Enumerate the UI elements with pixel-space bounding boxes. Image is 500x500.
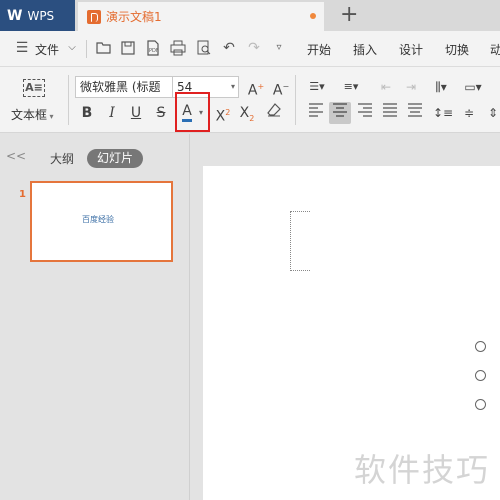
increase-indent-icon[interactable]: ⇥ (400, 76, 422, 98)
chevron-down-icon[interactable]: ⌵ (64, 40, 80, 56)
grow-font-button[interactable]: A+ (245, 76, 267, 99)
tab-home[interactable]: 开始 (307, 41, 331, 58)
presentation-icon (87, 9, 101, 24)
text-direction-icon[interactable]: ⫼▾ (430, 76, 452, 98)
new-tab-button[interactable]: + (340, 3, 358, 27)
tab-outline[interactable]: 大纲 (50, 150, 74, 167)
open-folder-icon[interactable] (96, 40, 112, 56)
collapse-panel-icon[interactable]: << (6, 149, 26, 163)
superscript-button[interactable]: X2 (212, 102, 234, 125)
subscript-label: X (239, 105, 250, 121)
svg-text:PDF: PDF (149, 48, 159, 54)
align-text-icon[interactable]: ▭▾ (462, 76, 484, 98)
wps-logo-icon: W (7, 7, 23, 24)
chevron-down-icon: ▾ (47, 112, 54, 121)
italic-button[interactable]: I (101, 102, 123, 124)
wps-tab-label: WPS (27, 8, 55, 23)
ribbon-toolbar: A≡ 文本框 ▾ 微软雅黑 (标题 54 ▾ A+ A− B I U S A ▾… (0, 67, 500, 133)
decrease-indent-icon[interactable]: ⇤ (375, 76, 397, 98)
chevron-down-icon: ▾ (230, 82, 235, 91)
textbox-label: 文本框 (11, 108, 48, 122)
resize-handle[interactable] (475, 399, 486, 410)
justify-icon[interactable] (379, 102, 401, 124)
file-menu[interactable]: 文件 (35, 41, 59, 58)
divider (86, 40, 87, 58)
watermark: 软件技巧 (354, 451, 491, 489)
tab-transitions[interactable]: 切换 (445, 41, 469, 58)
font-family-value: 微软雅黑 (标题 (80, 80, 161, 94)
align-right-icon[interactable] (354, 102, 376, 124)
tab-design[interactable]: 设计 (399, 41, 423, 58)
print-preview-icon[interactable] (196, 40, 212, 56)
highlight-annotation-box (175, 92, 210, 132)
save-icon[interactable] (120, 40, 136, 56)
document-tab-title: 演示文稿1 (106, 10, 162, 24)
font-family-select[interactable]: 微软雅黑 (标题 (75, 76, 173, 98)
customize-toolbar-icon[interactable]: ▿ (271, 40, 287, 56)
unsaved-dot-icon (310, 13, 316, 19)
print-icon[interactable] (170, 40, 186, 56)
resize-handle[interactable] (475, 341, 486, 352)
slide-panel: << 大纲 幻灯片 1 百度经验 (0, 134, 190, 500)
bold-button[interactable]: B (76, 102, 98, 124)
tab-animation[interactable]: 动 (490, 41, 500, 58)
shrink-font-button[interactable]: A− (270, 76, 292, 99)
paragraph-spacing-icon[interactable]: ≑ (458, 102, 480, 124)
distributed-align-icon[interactable] (404, 102, 426, 124)
grow-font-label: A (247, 82, 258, 99)
redo-icon[interactable]: ↷ (246, 40, 262, 56)
shrink-font-label: A (272, 82, 283, 99)
text-placeholder-frame[interactable] (290, 211, 310, 271)
subscript-button[interactable]: X2 (236, 102, 258, 124)
divider (68, 75, 69, 125)
align-center-icon[interactable] (329, 102, 351, 124)
tab-insert[interactable]: 插入 (353, 41, 377, 58)
align-left-icon[interactable] (305, 102, 327, 124)
numbered-list-icon[interactable]: ≡▾ (340, 76, 362, 98)
bullet-list-icon[interactable]: ☰▾ (306, 76, 328, 98)
strikethrough-button[interactable]: S (150, 102, 172, 124)
document-tab[interactable]: 演示文稿1 (78, 2, 324, 31)
superscript-label: X (215, 108, 226, 125)
textbox-icon: A≡ (23, 79, 45, 97)
divider (295, 75, 296, 125)
columns-icon[interactable]: ⇕ (482, 102, 500, 124)
textbox-button[interactable]: A≡ 文本框 ▾ (8, 75, 60, 127)
slide-number: 1 (19, 189, 26, 200)
menu-bar: ☰ 文件 ⌵ PDF ↶ ↷ ▿ 开始 插入 设计 切换 动 (0, 31, 500, 67)
slide-thumbnail-text: 百度经验 (82, 215, 114, 224)
hamburger-menu-icon[interactable]: ☰ (14, 40, 30, 56)
clear-format-icon[interactable] (263, 102, 285, 124)
underline-button[interactable]: U (125, 102, 147, 124)
wps-home-tab[interactable]: W WPS (0, 0, 75, 31)
undo-icon[interactable]: ↶ (221, 40, 237, 56)
title-bar: W WPS 演示文稿1 + (0, 0, 500, 31)
tab-slides[interactable]: 幻灯片 (87, 149, 143, 168)
resize-handle[interactable] (475, 370, 486, 381)
export-pdf-icon[interactable]: PDF (145, 40, 161, 56)
slide-thumbnail[interactable]: 百度经验 (30, 181, 173, 262)
line-spacing-icon[interactable]: ↕≡ (432, 102, 454, 124)
